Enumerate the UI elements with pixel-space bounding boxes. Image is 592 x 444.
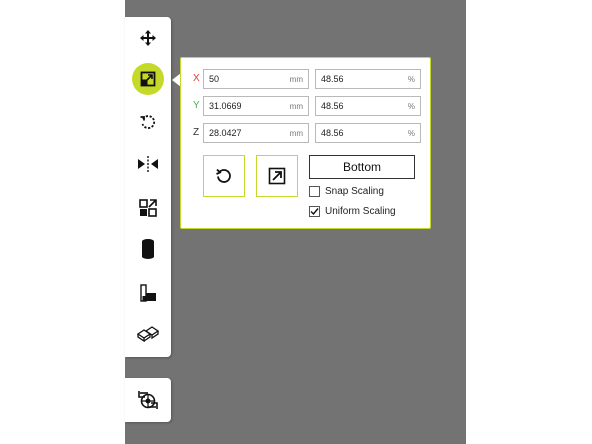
scale-panel: X 50 mm 48.56 % Y 31.0669 mm 48.56 % Z 2… [180,57,431,229]
mirror-icon [138,156,158,172]
axis-label-z: Z [193,127,200,138]
y-mm-field[interactable]: 31.0669 mm [203,96,309,116]
axis-label-y: Y [193,100,200,111]
z-mm-unit: mm [289,128,303,138]
x-mm-unit: mm [289,74,303,84]
x-percent-field[interactable]: 48.56 % [315,69,421,89]
snap-scaling-checkbox[interactable] [309,185,320,197]
z-mm-value: 28.0427 [209,128,242,138]
axis-label-x: X [193,73,200,84]
y-mm-value: 31.0669 [209,101,242,111]
cylinder-icon [142,239,154,259]
per-model-settings-icon [139,199,157,217]
scale-tool-button[interactable] [125,60,171,98]
uniform-scaling-checkbox[interactable] [309,205,320,217]
blocks-icon [137,326,159,342]
uniform-scaling-label: Uniform Scaling [325,205,396,217]
stairs-icon [140,284,156,302]
scale-to-max-button[interactable] [256,155,298,197]
y-percent-field[interactable]: 48.56 % [315,96,421,116]
snap-scaling-option[interactable]: Snap Scaling [309,183,384,199]
x-percent-unit: % [407,74,415,84]
z-percent-unit: % [407,128,415,138]
drop-to-bottom-button[interactable]: Bottom [309,155,415,179]
x-mm-field[interactable]: 50 mm [203,69,309,89]
y-percent-value: 48.56 [321,101,344,111]
snap-scaling-label: Snap Scaling [325,185,384,197]
uniform-scaling-option[interactable]: Uniform Scaling [309,203,396,219]
z-mm-field[interactable]: 28.0427 mm [203,123,309,143]
x-percent-value: 48.56 [321,74,344,84]
tool-bar [125,17,171,357]
lay-flat-tool-button[interactable] [125,274,171,312]
move-arrows-icon [140,30,156,46]
y-percent-unit: % [407,101,415,111]
arrange-tool-button[interactable] [125,315,171,353]
view-tool-button[interactable] [125,378,171,422]
z-percent-value: 48.56 [321,128,344,138]
per-model-settings-tool-button[interactable] [125,189,171,227]
view-icon [138,391,158,409]
scale-to-max-icon [268,167,286,185]
scale-icon [140,71,156,87]
mirror-tool-button[interactable] [125,145,171,183]
x-mm-value: 50 [209,74,220,84]
checkmark-icon [310,207,319,215]
rotate-tool-button[interactable] [125,104,171,142]
z-percent-field[interactable]: 48.56 % [315,123,421,143]
y-mm-unit: mm [289,101,303,111]
move-tool-button[interactable] [125,19,171,57]
reset-scale-button[interactable] [203,155,245,197]
rotate-icon [140,115,156,129]
support-blocker-tool-button[interactable] [125,230,171,268]
reset-icon [216,168,231,183]
